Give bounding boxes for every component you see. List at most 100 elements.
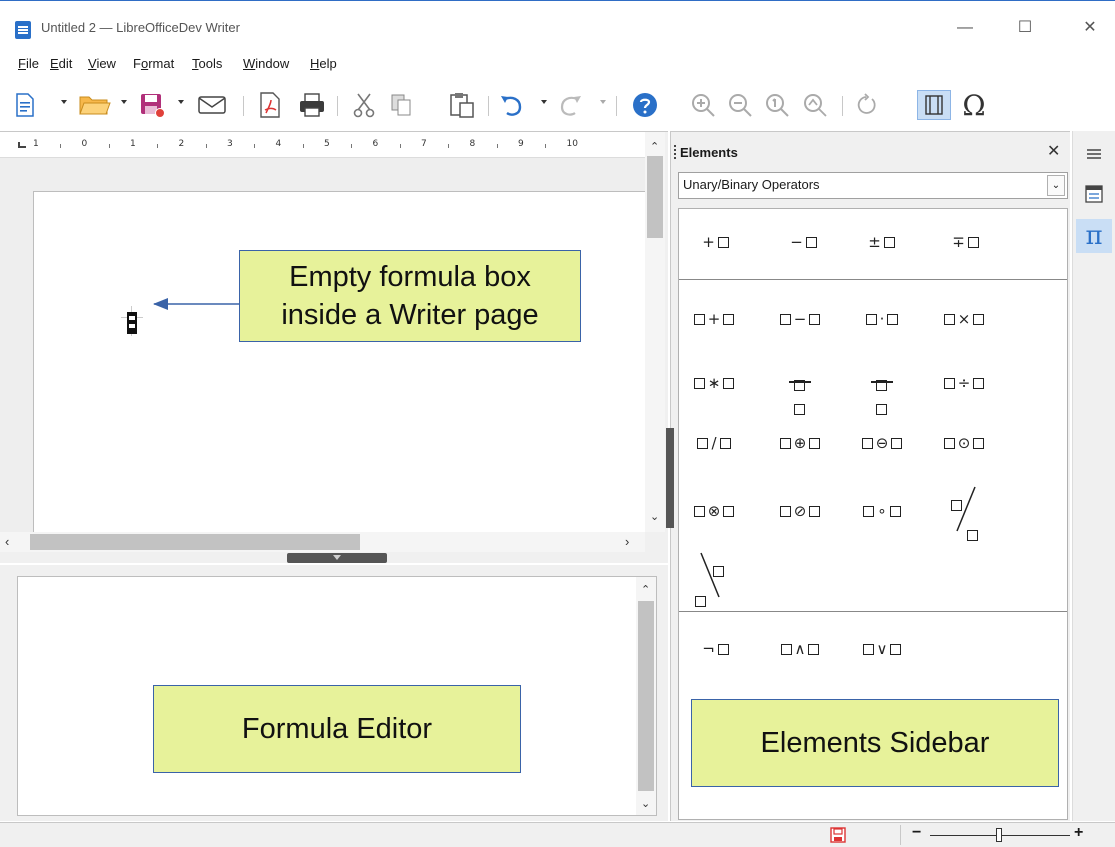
editor-vertical-scrollbar[interactable]: ⌃ ⌄ (636, 577, 656, 815)
tab-stop-icon[interactable] (18, 142, 26, 148)
save-dropdown-arrow[interactable] (178, 100, 184, 104)
document-modified-icon[interactable] (830, 827, 846, 846)
category-value: Unary/Binary Operators (683, 177, 820, 192)
menu-window[interactable]: Window (243, 56, 289, 71)
menu-edit[interactable]: Edit (50, 56, 72, 71)
menu-format[interactable]: Format (133, 56, 174, 71)
element-a-circleminus-b[interactable]: ⊖ (851, 421, 913, 465)
pane-splitter-handle[interactable] (287, 553, 387, 563)
editor-scroll-down-icon[interactable]: ⌄ (641, 797, 650, 810)
menu-file[interactable]: File (18, 56, 39, 71)
undo-icon[interactable] (498, 90, 526, 120)
horizontal-ruler[interactable]: 1 0 1 2 3 4 5 6 7 8 9 10 (0, 132, 645, 158)
undo-dropdown-arrow[interactable] (541, 100, 547, 104)
element-a-div-b[interactable]: ÷ (933, 361, 995, 405)
special-character-icon[interactable]: Ω (958, 89, 990, 122)
email-icon[interactable] (195, 90, 229, 120)
elements-sidebar: Elements ✕ Unary/Binary Operators ⌄ + − … (666, 131, 1070, 821)
formula-cursor-icon[interactable] (917, 90, 951, 120)
maximize-button[interactable]: ☐ (1010, 15, 1040, 41)
drag-handle-icon[interactable] (674, 145, 676, 159)
chevron-down-icon[interactable]: ⌄ (1047, 175, 1065, 196)
element-a-or-b[interactable]: ∨ (851, 627, 913, 671)
save-icon[interactable] (138, 90, 166, 120)
element-minusplus-a[interactable]: ∓ (933, 220, 995, 264)
editor-scroll-up-icon[interactable]: ⌃ (641, 583, 650, 596)
redo-icon[interactable] (556, 90, 584, 120)
menu-help[interactable]: Help (310, 56, 337, 71)
zoom-100-icon[interactable] (762, 90, 792, 120)
ruler-tick (254, 144, 256, 148)
element-a-slash-b[interactable]: / (683, 421, 745, 465)
zoom-out-status-icon[interactable]: − (912, 824, 921, 842)
ruler-label: 8 (469, 139, 476, 149)
document-horizontal-scrollbar[interactable]: ‹ › (0, 532, 645, 552)
sidebar-title: Elements (680, 145, 738, 160)
close-button[interactable]: ✕ (1075, 15, 1105, 41)
category-select[interactable]: Unary/Binary Operators ⌄ (678, 172, 1068, 199)
element-a-circledot-b[interactable]: ⊙ (933, 421, 995, 465)
help-icon[interactable] (630, 90, 660, 120)
menu-view[interactable]: View (88, 56, 116, 71)
document-vertical-scrollbar[interactable]: ⌃ ⌄ (645, 132, 665, 532)
element-wideslash[interactable] (933, 479, 995, 541)
open-folder-icon[interactable] (78, 90, 112, 120)
hamburger-menu-icon[interactable] (1076, 137, 1112, 171)
menu-tools[interactable]: Tools (192, 56, 222, 71)
zoom-page-icon[interactable] (800, 90, 830, 120)
zoom-out-icon[interactable] (725, 90, 755, 120)
element-a-circ-b[interactable]: ∘ (851, 489, 913, 533)
sidebar-close-icon[interactable]: ✕ (1047, 141, 1060, 161)
scroll-right-icon[interactable]: › (625, 534, 629, 549)
writer-page[interactable] (33, 191, 645, 532)
element-a-odivide-b[interactable]: ⊘ (769, 489, 831, 533)
cut-icon[interactable] (350, 90, 378, 120)
callout-arrow (153, 298, 242, 310)
redo-dropdown-arrow[interactable] (600, 100, 606, 104)
ruler-label: 5 (324, 139, 330, 149)
zoom-in-status-icon[interactable]: + (1074, 824, 1083, 842)
element-a-plus-b[interactable]: + (683, 297, 745, 341)
element-a-minus-b[interactable]: − (769, 297, 831, 341)
paste-icon[interactable] (447, 90, 477, 120)
elements-deck-pi-icon[interactable]: π (1076, 219, 1112, 253)
zoom-in-icon[interactable] (688, 90, 718, 120)
sidebar-collapse-handle[interactable] (666, 428, 674, 528)
element-a-times-b[interactable]: × (933, 297, 995, 341)
scroll-thumb[interactable] (647, 156, 663, 238)
open-dropdown-arrow[interactable] (121, 100, 127, 104)
refresh-icon[interactable] (853, 90, 879, 120)
ruler-tick (351, 144, 353, 148)
editor-scroll-thumb[interactable] (638, 601, 654, 791)
element-a-cdot-b[interactable]: · (851, 297, 913, 341)
element-a-star-b[interactable]: ∗ (683, 361, 745, 405)
element-minus-a[interactable]: − (771, 220, 833, 264)
scroll-left-icon[interactable]: ‹ (5, 534, 9, 549)
element-not-a[interactable]: ¬ (683, 627, 745, 671)
ruler-tick (399, 144, 401, 148)
scroll-up-icon[interactable]: ⌃ (650, 140, 659, 153)
properties-deck-icon[interactable] (1076, 177, 1112, 211)
title-bar: Untitled 2 — LibreOfficeDev Writer — ☐ ✕ (0, 0, 1115, 46)
element-plusminus-a[interactable]: ± (849, 220, 911, 264)
formula-editor[interactable]: ⌃ ⌄ Formula Editor (17, 576, 657, 816)
scroll-down-icon[interactable]: ⌄ (650, 510, 659, 523)
minimize-button[interactable]: — (950, 15, 980, 41)
menu-bar: File Edit View Format Tools Window Help (0, 50, 1115, 78)
element-fraction-a[interactable] (769, 357, 831, 415)
element-a-circletimes-b[interactable]: ⊗ (683, 489, 745, 533)
element-fraction-b[interactable] (851, 357, 913, 415)
element-a-and-b[interactable]: ∧ (769, 627, 831, 671)
hscroll-thumb[interactable] (30, 534, 360, 550)
element-plus-a[interactable]: + (683, 220, 745, 264)
copy-icon[interactable] (387, 90, 415, 120)
print-icon[interactable] (297, 90, 327, 120)
element-widebslash[interactable] (683, 545, 745, 607)
ruler-tick (545, 144, 547, 148)
zoom-slider-thumb[interactable] (996, 828, 1002, 842)
window-title: Untitled 2 — LibreOfficeDev Writer (41, 20, 240, 35)
new-document-icon[interactable] (14, 90, 36, 120)
element-a-circleplus-b[interactable]: ⊕ (769, 421, 831, 465)
new-dropdown-arrow[interactable] (61, 100, 67, 104)
export-pdf-icon[interactable] (256, 90, 284, 120)
